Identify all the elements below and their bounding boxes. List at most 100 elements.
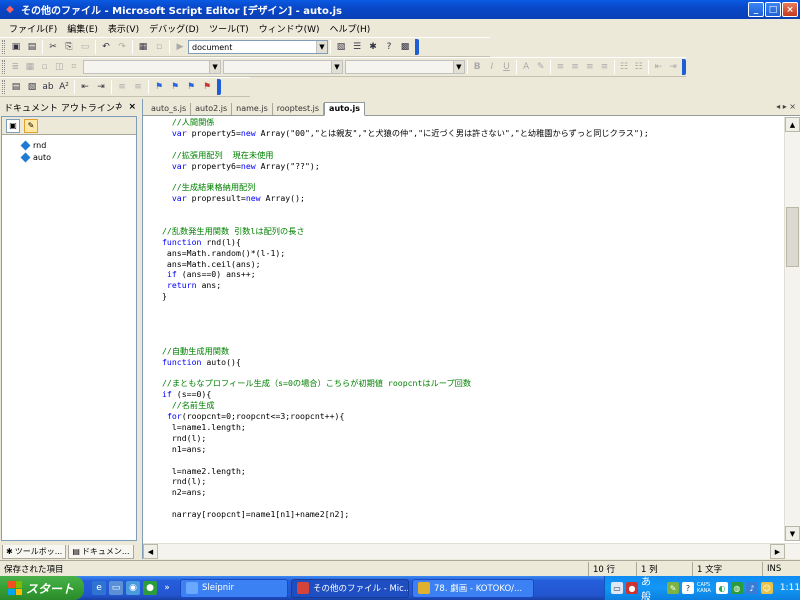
copy-icon[interactable]: ⎘	[62, 40, 76, 54]
outdent-icon[interactable]: ⇤	[652, 60, 665, 74]
save-all-icon[interactable]: ▤	[25, 40, 39, 54]
align-center-icon[interactable]: ≡	[569, 60, 582, 74]
chevron-down-icon[interactable]: ▼	[452, 61, 464, 73]
horizontal-scrollbar[interactable]: ◀ ▶	[143, 543, 800, 559]
code-line[interactable]: function auto(){	[162, 357, 783, 368]
code-line[interactable]: ans=Math.random()*(l-1);	[162, 248, 783, 259]
block-format-combo[interactable]: ▼	[83, 60, 222, 74]
panel-close-icon[interactable]: ×	[128, 102, 136, 112]
messenger-icon[interactable]: ☺	[760, 582, 773, 594]
align-icon[interactable]: ⌗	[68, 60, 81, 74]
new-file-icon[interactable]: ▣	[9, 40, 23, 54]
code-line[interactable]	[162, 204, 783, 215]
table-icon[interactable]: ▦	[24, 60, 37, 74]
code-line[interactable]: return ans;	[162, 280, 783, 291]
decrease-indent-icon[interactable]: ⇤	[78, 80, 92, 94]
code-line[interactable]	[162, 531, 783, 541]
code-text-area[interactable]: //人間関係 var property5=new Array("00","とは親…	[143, 117, 783, 541]
menu-file[interactable]: ファイル(F)	[4, 22, 62, 35]
tab-navigation[interactable]: ◂ ▸ ×	[776, 102, 796, 111]
chevron-down-icon[interactable]: ▼	[330, 61, 342, 73]
font-name-combo[interactable]: ▼	[223, 60, 343, 74]
paste-icon[interactable]: ▭	[78, 40, 92, 54]
comment-out-icon[interactable]: ≡	[115, 80, 129, 94]
maximize-button[interactable]: □	[765, 2, 781, 17]
window-list-icon[interactable]: ▩	[398, 40, 412, 54]
font-color-icon[interactable]: A	[520, 60, 533, 74]
minimize-button[interactable]: _	[748, 2, 764, 17]
help-icon[interactable]: ?	[382, 40, 396, 54]
code-line[interactable]: if (s==0){	[162, 389, 783, 400]
code-line[interactable]	[162, 313, 783, 324]
code-line[interactable]: rnd(l);	[162, 476, 783, 487]
code-line[interactable]	[162, 139, 783, 150]
indent-icon[interactable]: ⇥	[667, 60, 680, 74]
code-line[interactable]: ans=Math.ceil(ans);	[162, 259, 783, 270]
bold-icon[interactable]: B	[471, 60, 484, 74]
pin-icon[interactable]: ⊅	[115, 102, 123, 112]
code-line[interactable]: l=name1.length;	[162, 422, 783, 433]
highlight-icon[interactable]: ✎	[534, 60, 547, 74]
code-line[interactable]: function rnd(l){	[162, 237, 783, 248]
debug-target-combo[interactable]: document ▼	[188, 40, 328, 54]
cut-icon[interactable]: ✂	[46, 40, 60, 54]
add-item-icon[interactable]: ▦	[136, 40, 150, 54]
scroll-down-icon[interactable]: ▼	[785, 526, 800, 541]
tree-item-rnd[interactable]: rnd	[2, 139, 136, 151]
underline-icon[interactable]: U	[500, 60, 513, 74]
code-line[interactable]	[162, 215, 783, 226]
align-left-icon[interactable]: ≡	[554, 60, 567, 74]
scroll-left-icon[interactable]: ◀	[143, 544, 158, 559]
numbered-list-icon[interactable]: ☷	[618, 60, 631, 74]
ime-help-icon[interactable]: ?	[682, 582, 694, 594]
internet-explorer-icon[interactable]: e	[92, 581, 106, 595]
properties-icon[interactable]: ☰	[350, 40, 364, 54]
toggle-bookmark-icon[interactable]: ⚑	[152, 80, 166, 94]
ime-tool-icon[interactable]: ✎	[667, 582, 680, 594]
code-line[interactable]	[162, 498, 783, 509]
align-right-icon[interactable]: ≡	[583, 60, 596, 74]
code-line[interactable]: narray[roopcnt]=name1[n1]+name2[n2];	[162, 509, 783, 520]
code-line[interactable]: //自動生成用関数	[162, 346, 783, 357]
font-size-combo[interactable]: ▼	[344, 60, 465, 74]
code-line[interactable]: var propresult=new Array();	[162, 193, 783, 204]
complete-word-icon[interactable]: A²	[57, 80, 71, 94]
code-line[interactable]: var property6=new Array("??");	[162, 161, 783, 172]
ime-bar-icon[interactable]: ▭	[611, 582, 623, 594]
undo-icon[interactable]: ↶	[99, 40, 113, 54]
layer-icon[interactable]: ◫	[53, 60, 66, 74]
quick-info-icon[interactable]: ab	[41, 80, 55, 94]
script-editor-app-icon[interactable]: ◆	[3, 3, 17, 17]
task-sleipnir[interactable]: Sleipnir	[180, 578, 288, 598]
solution-explorer-icon[interactable]: ▧	[334, 40, 348, 54]
script-outline-icon[interactable]: ✎	[24, 118, 38, 133]
menu-debug[interactable]: デバッグ(D)	[144, 22, 204, 35]
code-line[interactable]: //まともなプロフィール生成（s=0の場合）こちらが初期値 roopcntはルー…	[162, 378, 783, 389]
format-icon[interactable]: ≣	[9, 60, 22, 74]
scroll-right-icon[interactable]: ▶	[770, 544, 785, 559]
toolbar-grip[interactable]	[2, 80, 5, 94]
chevron-down-icon[interactable]: ▼	[209, 61, 221, 73]
menu-help[interactable]: ヘルプ(H)	[325, 22, 376, 35]
close-button[interactable]: ×	[782, 2, 798, 17]
code-line[interactable]: n2=ans;	[162, 487, 783, 498]
tab-name-js[interactable]: name.js	[232, 103, 273, 115]
task-script-editor[interactable]: その他のファイル - Mic...	[291, 578, 409, 598]
start-button[interactable]: スタート	[0, 576, 84, 600]
redo-icon[interactable]: ↷	[115, 40, 129, 54]
menu-view[interactable]: 表示(V)	[103, 22, 144, 35]
tray-app-icon[interactable]: ◐	[715, 582, 728, 594]
code-line[interactable]: if (ans==0) ans++;	[162, 269, 783, 280]
bulleted-list-icon[interactable]: ☷	[632, 60, 645, 74]
quick-launch-app-icon[interactable]: ●	[143, 581, 157, 595]
media-player-icon[interactable]: ◉	[126, 581, 140, 595]
html-outline-icon[interactable]: ▣	[6, 118, 20, 133]
code-line[interactable]: n1=ans;	[162, 444, 783, 455]
parameter-info-icon[interactable]: ▧	[25, 80, 39, 94]
network-icon[interactable]: ◍	[730, 582, 743, 594]
lock-icon[interactable]: ▫	[38, 60, 51, 74]
code-line[interactable]	[162, 324, 783, 335]
scroll-up-icon[interactable]: ▲	[785, 117, 800, 132]
bookmark-icon[interactable]: ▫	[152, 40, 166, 54]
vertical-scrollbar[interactable]: ▲ ▼	[784, 117, 800, 541]
